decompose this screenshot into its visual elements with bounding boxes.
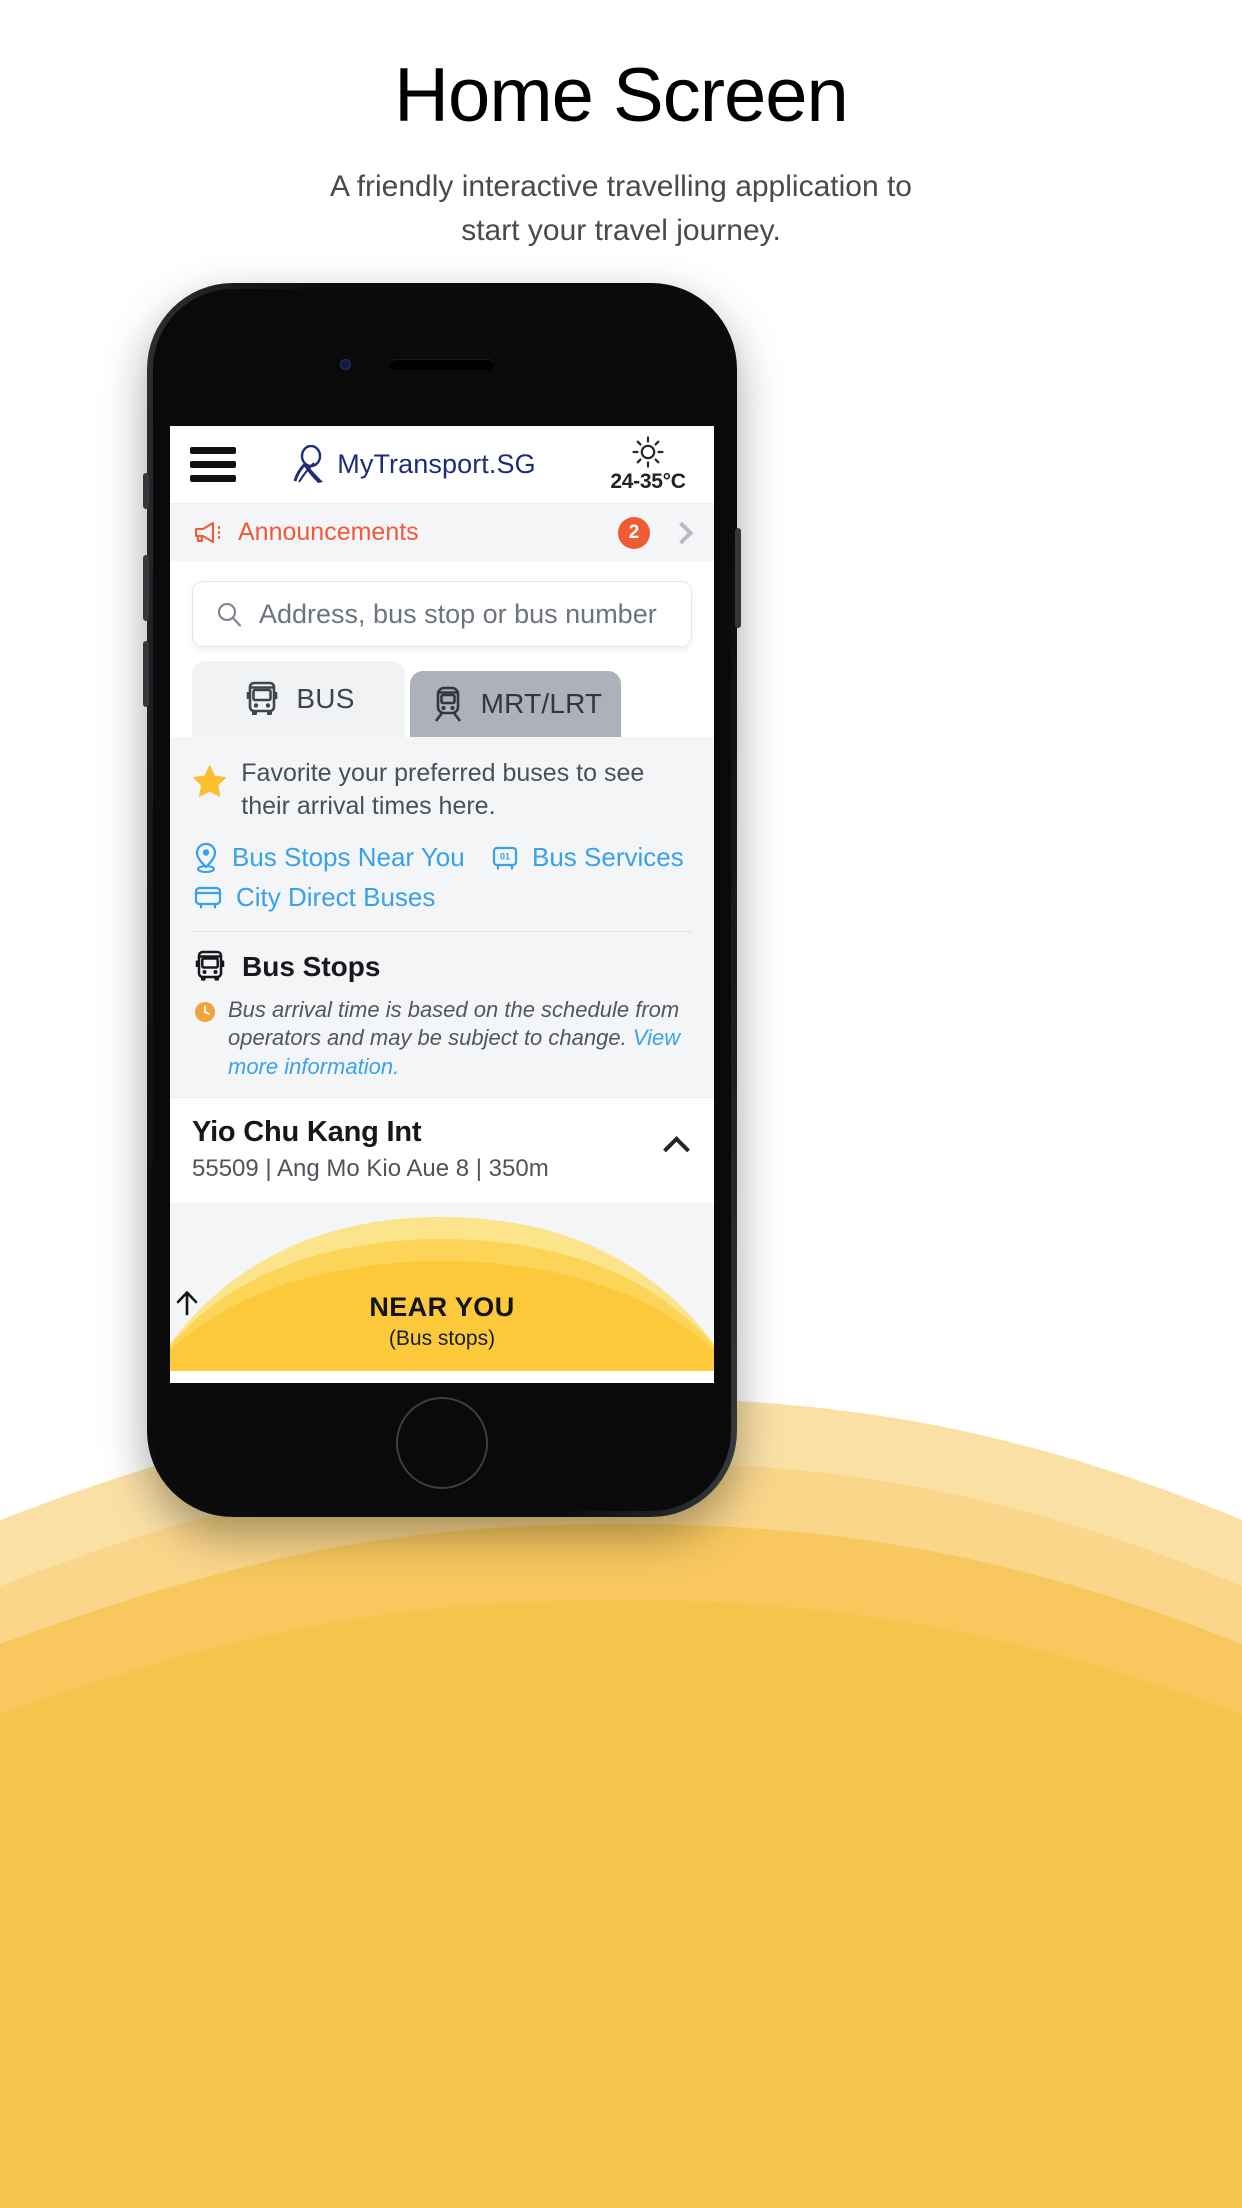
link-bus-services[interactable]: 01 Bus Services [490,842,684,873]
quick-links: Bus Stops Near You 01 Bus Services City … [192,842,692,913]
tab-bus[interactable]: BUS [192,661,405,737]
favorites-hint-text: Favorite your preferred buses to see the… [241,759,645,821]
weather-widget[interactable]: 24-35°C [602,435,694,494]
near-you-drawer[interactable]: NEAR YOU (Bus stops) [170,1203,714,1372]
panel-divider [192,930,692,932]
city-bus-icon [194,886,222,909]
arrival-time-notice: Bus arrival time is based on the schedul… [192,996,692,1098]
location-pin-icon [195,842,217,873]
quick-links-row-2: City Direct Buses [192,882,692,913]
brand-name: MyTransport.SG [337,449,536,479]
app-brand: MyTransport.SG [226,444,602,485]
weather-temperature: 24-35°C [610,470,686,493]
notice-body: Bus arrival time is based on the schedul… [228,996,680,1051]
megaphone-icon [194,521,221,543]
app-header: MyTransport.SG 24-35°C [170,426,714,503]
tab-bus-label: BUS [296,683,355,714]
bus-stop-meta: 55509 | Ang Mo Kio Aue 8 | 350m [192,1155,549,1183]
near-you-subtitle: (Bus stops) [388,1327,496,1351]
tab-mrt-lrt-label: MRT/LRT [480,688,603,719]
transport-tabs: BUS MRT/LRT [170,661,714,737]
phone-mockup: MyTransport.SG 24-35°C Announcements 2 A… [143,283,741,1517]
link-bus-stops-near-you[interactable]: Bus Stops Near You [192,842,490,874]
quick-links-row-1: Bus Stops Near You 01 Bus Services [192,842,692,874]
search-icon [217,602,242,627]
search-placeholder: Address, bus stop or bus number [259,598,657,629]
svg-text:01: 01 [500,851,510,861]
favorites-hint: Favorite your preferred buses to see the… [192,755,692,824]
phone-volume-down-button [143,641,149,707]
phone-silent-switch [143,473,149,509]
page-subtitle: A friendly interactive travelling applic… [330,170,912,247]
search-section: Address, bus stop or bus number [170,561,714,661]
link-bus-services-label: Bus Services [532,842,684,872]
star-icon [193,765,226,797]
bus-number-icon: 01 [492,846,518,870]
near-you-title: NEAR YOU [369,1292,515,1323]
link-city-direct-buses[interactable]: City Direct Buses [192,882,435,913]
search-input[interactable]: Address, bus stop or bus number [192,581,692,647]
bus-stops-title: Bus Stops [242,950,381,982]
bus-stop-name: Yio Chu Kang Int [192,1116,422,1149]
bus-stop-row[interactable]: Yio Chu Kang Int 55509 | Ang Mo Kio Aue … [170,1097,714,1204]
near-you-content: NEAR YOU (Bus stops) [170,1286,714,1351]
clock-icon [195,1001,215,1022]
app-screen: MyTransport.SG 24-35°C Announcements 2 A… [170,426,714,1383]
arrow-up-icon[interactable] [170,1286,204,1320]
mytransport-ribbon-logo [293,444,324,483]
link-city-direct-buses-label: City Direct Buses [236,881,436,912]
page-title: Home Screen [394,53,849,138]
bus-icon [195,950,225,981]
bus-panel: Favorite your preferred buses to see the… [170,737,714,1098]
announcements-bar[interactable]: Announcements 2 [170,503,714,561]
arrival-time-notice-text: Bus arrival time is based on the schedul… [228,996,692,1082]
phone-home-button[interactable] [396,1397,488,1489]
phone-power-button [735,528,741,628]
chevron-up-icon[interactable] [663,1136,690,1164]
bus-icon [247,681,278,715]
announcements-label: Announcements [238,518,419,546]
chevron-right-icon[interactable] [670,521,694,544]
sun-icon [632,436,664,468]
tab-mrt-lrt[interactable]: MRT/LRT [410,671,621,737]
announcements-badge: 2 [618,516,650,549]
bus-stop-info: Yio Chu Kang Int 55509 | Ang Mo Kio Aue … [192,1116,667,1183]
phone-volume-up-button [143,555,149,621]
train-icon [434,686,461,722]
phone-earpiece-speaker [390,359,494,370]
link-bus-stops-near-you-label: Bus Stops Near You [232,842,465,872]
phone-front-camera [340,359,351,370]
bus-stops-heading: Bus Stops [192,948,692,986]
page-header: Home Screen A friendly interactive trave… [0,0,1242,252]
